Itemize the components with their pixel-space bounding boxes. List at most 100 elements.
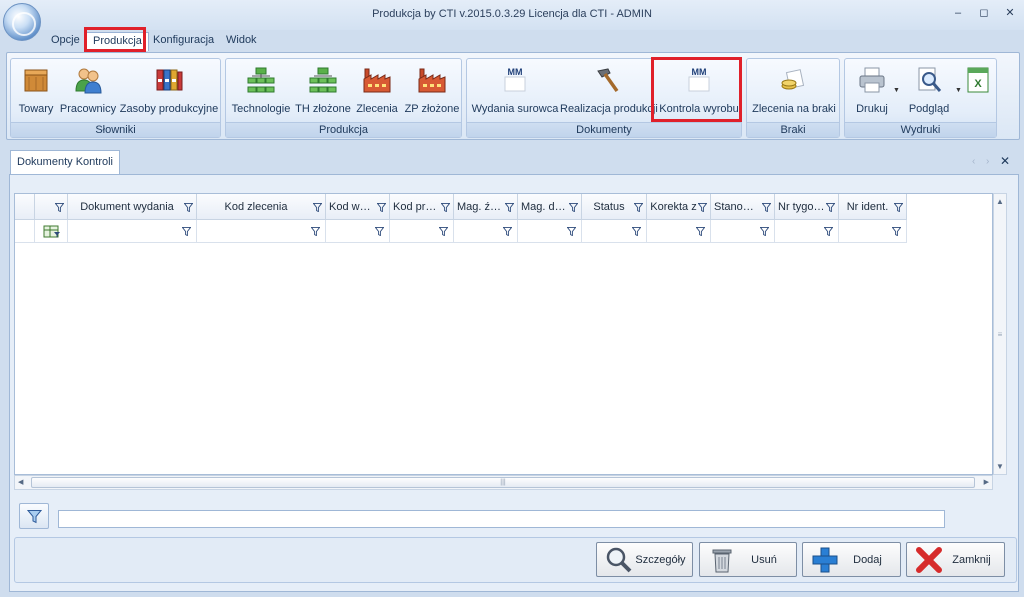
menu-tab-opcje[interactable]: Opcje xyxy=(45,32,86,51)
grid-header-mag-zrodlowy[interactable]: Mag. źró... xyxy=(454,194,518,220)
hierarchy-icon xyxy=(247,67,275,93)
zlecenia-button[interactable]: Zlecenia xyxy=(356,61,398,119)
wydania-surowca-button[interactable]: MM Wydania surowca xyxy=(472,61,559,119)
menu-tab-widok[interactable]: Widok xyxy=(220,32,263,51)
grid-header-dokument-wydania[interactable]: Dokument wydania xyxy=(68,194,197,220)
filter-cell-kod-wyrobu[interactable] xyxy=(326,220,390,243)
grid-header-mag-docelowy[interactable]: Mag. doc... xyxy=(518,194,582,220)
filter-icon[interactable] xyxy=(634,203,643,212)
filter-icon[interactable] xyxy=(375,227,384,236)
th-zlozone-label: TH złożone xyxy=(295,103,351,115)
filter-cell-kod-zlecenia[interactable] xyxy=(197,220,326,243)
details-label: Szczegóły xyxy=(635,554,686,566)
zlecenia-na-braki-button[interactable]: Zlecenia na braki xyxy=(752,61,836,119)
binders-icon xyxy=(156,69,183,91)
scroll-down-icon[interactable]: ▼ xyxy=(994,462,1006,471)
grid-header-kod-pracownika[interactable]: Kod prac... xyxy=(390,194,454,220)
grid-header-kod-wyrobu[interactable]: Kod wyro... xyxy=(326,194,390,220)
minimize-button[interactable]: ‒ xyxy=(950,6,966,20)
scroll-up-icon[interactable]: ▲ xyxy=(994,197,1006,206)
ribbon-group-label-slowniki: Słowniki xyxy=(11,122,220,137)
crate-icon xyxy=(24,69,48,92)
close-window-button[interactable]: ✕ xyxy=(1002,6,1018,20)
add-button[interactable]: Dodaj xyxy=(802,542,901,577)
filter-icon[interactable] xyxy=(762,203,771,212)
filter-icon[interactable] xyxy=(439,227,448,236)
filter-icon[interactable] xyxy=(760,227,769,236)
tab-dokumenty-kontroli[interactable]: Dokumenty Kontroli xyxy=(10,150,120,175)
th-zlozone-button[interactable]: TH złożone xyxy=(295,61,351,119)
grid-header-status[interactable]: Status xyxy=(582,194,647,220)
tab-prev-icon[interactable]: ‹ xyxy=(972,156,975,167)
filter-cell-dokument-wydania[interactable] xyxy=(68,220,197,243)
coins-icon xyxy=(781,69,805,90)
filter-cell-kod-pracownika[interactable] xyxy=(390,220,454,243)
preview-icon xyxy=(918,67,942,92)
filter-row-editor-icon[interactable] xyxy=(43,225,61,238)
menu-tab-produkcja[interactable]: Produkcja xyxy=(86,32,149,51)
mm-document-icon: MM xyxy=(688,67,710,92)
grid-header-nr-tygodnia[interactable]: Nr tygod... xyxy=(775,194,839,220)
filter-icon[interactable] xyxy=(313,203,322,212)
scroll-left-icon[interactable]: ◀ xyxy=(18,478,23,486)
tab-next-icon[interactable]: › xyxy=(986,156,989,167)
grid-header-korekta-z[interactable]: Korekta z xyxy=(647,194,711,220)
podglad-dropdown-icon[interactable]: ▼ xyxy=(955,87,962,94)
filter-icon[interactable] xyxy=(698,203,707,212)
filter-cell-korekta-z[interactable] xyxy=(647,220,711,243)
filter-cell-status[interactable] xyxy=(582,220,647,243)
grid-header-select[interactable] xyxy=(35,194,68,220)
filter-icon[interactable] xyxy=(503,227,512,236)
filter-icon[interactable] xyxy=(184,203,193,212)
filter-icon[interactable] xyxy=(311,227,320,236)
filter-icon[interactable] xyxy=(567,227,576,236)
filter-text-input[interactable] xyxy=(58,510,945,528)
delete-button[interactable]: Usuń xyxy=(699,542,797,577)
zasoby-produkcyjne-button[interactable]: Zasoby produkcyjne xyxy=(120,61,218,119)
filter-icon[interactable] xyxy=(182,227,191,236)
details-button[interactable]: Szczegóły xyxy=(596,542,693,577)
close-button[interactable]: Zamknij xyxy=(906,542,1005,577)
filter-icon[interactable] xyxy=(569,203,578,212)
pracownicy-button[interactable]: Pracownicy xyxy=(60,61,116,119)
app-menu-orb-icon[interactable] xyxy=(3,3,41,41)
grid-vertical-scrollbar[interactable]: ▲ ≡ ▼ xyxy=(993,193,1007,475)
menu-tab-konfiguracja[interactable]: Konfiguracja xyxy=(147,32,220,51)
maximize-button[interactable]: ◻ xyxy=(976,6,992,20)
filter-cell-mag-zrodlowy[interactable] xyxy=(454,220,518,243)
filter-icon[interactable] xyxy=(826,203,835,212)
technologie-button[interactable]: Technologie xyxy=(232,61,290,119)
realizacja-produkcji-button[interactable]: Realizacja produkcji xyxy=(560,61,658,119)
filter-builder-button[interactable] xyxy=(19,503,49,529)
grid-header-nr-identyfikacyjny[interactable]: Nr ident. xyxy=(839,194,907,220)
filter-icon[interactable] xyxy=(824,227,833,236)
filter-cell-nr-identyfikacyjny[interactable] xyxy=(839,220,907,243)
scroll-grip-icon[interactable]: ≡ xyxy=(994,330,1006,339)
filter-icon[interactable] xyxy=(377,203,386,212)
grid-horizontal-scrollbar[interactable]: ◀ ||| ▶ xyxy=(14,475,993,490)
drukuj-button[interactable]: Drukuj xyxy=(851,61,893,119)
drukuj-dropdown-icon[interactable]: ▼ xyxy=(893,87,900,94)
grid-header-stanowisko[interactable]: Stanowis... xyxy=(711,194,775,220)
filter-icon[interactable] xyxy=(632,227,641,236)
filter-icon[interactable] xyxy=(696,227,705,236)
filter-cell-stanowisko[interactable] xyxy=(711,220,775,243)
filter-icon[interactable] xyxy=(892,227,901,236)
excel-export-button[interactable]: X xyxy=(963,61,993,119)
zp-zlozone-button[interactable]: ZP złożone xyxy=(405,61,459,119)
grid-header-kod-zlecenia[interactable]: Kod zlecenia xyxy=(197,194,326,220)
ribbon-group-dokumenty: MM Wydania surowca Realizacja produkcji … xyxy=(466,58,742,138)
filter-cell-mag-docelowy[interactable] xyxy=(518,220,582,243)
tab-close-icon[interactable]: ✕ xyxy=(1000,154,1010,168)
filter-icon[interactable] xyxy=(55,203,64,212)
podglad-button[interactable]: Podgląd xyxy=(907,61,951,119)
filter-row-select[interactable] xyxy=(35,220,68,243)
filter-icon[interactable] xyxy=(505,203,514,212)
kontrola-wyrobu-button[interactable]: MM Kontrola wyrobu xyxy=(659,61,739,119)
horizontal-scroll-thumb[interactable]: ||| xyxy=(31,477,975,488)
filter-cell-nr-tygodnia[interactable] xyxy=(775,220,839,243)
towary-button[interactable]: Towary xyxy=(15,61,57,119)
filter-icon[interactable] xyxy=(894,203,903,212)
filter-icon[interactable] xyxy=(441,203,450,212)
scroll-right-icon[interactable]: ▶ xyxy=(984,478,989,486)
